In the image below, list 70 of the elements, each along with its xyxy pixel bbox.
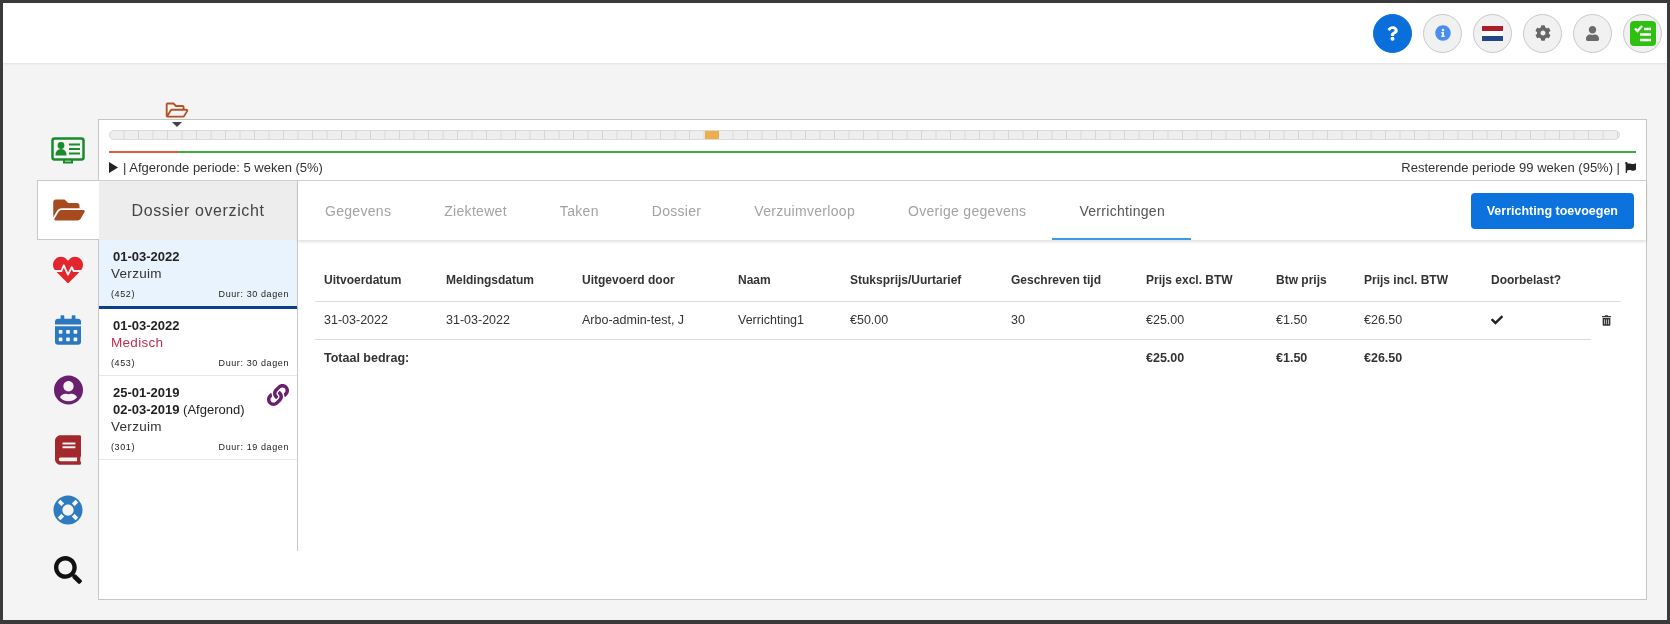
search-icon [54, 556, 82, 584]
user-icon [1586, 25, 1599, 41]
table-cell: 31-03-2022 [437, 301, 573, 339]
table-cell: €26.50 [1355, 301, 1482, 339]
lifebuoy-icon [53, 495, 83, 525]
column-header: Geschreven tijd [1002, 260, 1137, 301]
table-cell: €50.00 [841, 301, 1002, 339]
calendar-icon [55, 315, 81, 345]
tab[interactable]: Gegevens [298, 181, 418, 240]
duration-text: Duur: 30 dagen [218, 288, 289, 300]
tab[interactable]: Taken [532, 181, 625, 240]
case-number: (453) [111, 357, 135, 369]
tab[interactable]: Verrichtingen [1052, 181, 1192, 240]
date-text: 02-03-2019 (Afgerond) [112, 401, 245, 418]
language-button[interactable] [1473, 13, 1512, 53]
table-cell: €25.00 [1137, 301, 1267, 339]
book-icon [55, 435, 81, 465]
user-button[interactable] [1573, 13, 1612, 53]
table-cell: Verrichting1 [729, 301, 841, 339]
dossier-item[interactable]: 01-03-2022 Verzuim (452) Duur: 30 dagen [99, 240, 297, 309]
play-icon [109, 161, 118, 173]
total-label: Totaal bedrag: [315, 339, 437, 377]
help-button[interactable] [1373, 13, 1412, 53]
total-cell: €1.50 [1267, 339, 1355, 377]
checklist-icon [1629, 20, 1656, 46]
table-cell: €1.50 [1267, 301, 1355, 339]
id-card-icon [51, 136, 85, 164]
completed-period-text: | Afgeronde periode: 5 weken (5%) [123, 159, 323, 175]
column-header: Stuksprijs/Uurtarief [841, 260, 1002, 301]
settings-button[interactable] [1523, 13, 1562, 53]
duration-text: Duur: 30 dagen [218, 357, 289, 369]
column-header: Uitgevoerd door [573, 260, 729, 301]
tab[interactable]: Overige gegevens [881, 181, 1053, 240]
table-cell: Arbo-admin-test, J [573, 301, 729, 339]
column-header: Btw prijs [1267, 260, 1355, 301]
remaining-period-text: Resterende periode 99 weken (95%) | [1401, 159, 1620, 175]
total-cell: €25.00 [1137, 339, 1267, 377]
tab[interactable]: Dossier [624, 181, 728, 240]
column-header: Doorbelast? [1482, 260, 1591, 301]
column-header: Prijs incl. BTW [1355, 260, 1482, 301]
total-cell: €26.50 [1355, 339, 1482, 377]
flag-icon [1625, 161, 1636, 173]
case-number: (452) [111, 288, 135, 300]
column-header: Naam [729, 260, 841, 301]
date-text: 25-01-2019 [112, 384, 181, 401]
info-icon [1434, 25, 1451, 41]
absence-type: Verzuim [111, 418, 163, 435]
heartbeat-icon [53, 255, 83, 285]
case-number: (301) [111, 441, 135, 453]
duration-text: Duur: 19 dagen [218, 441, 289, 453]
flag-icon [1482, 25, 1503, 41]
caret-icon [172, 122, 182, 127]
column-header: Uitvoerdatum [315, 260, 437, 301]
date-text: 01-03-2022 [112, 248, 180, 265]
column-header: Meldingsdatum [437, 260, 573, 301]
table-cell: 31-03-2022 [315, 301, 437, 339]
gear-icon [1534, 25, 1551, 41]
trash-icon[interactable] [1602, 314, 1611, 326]
tab[interactable]: Verzuimverloop [727, 181, 881, 240]
date-text: 01-03-2022 [112, 317, 180, 334]
table-cell: 30 [1002, 301, 1137, 339]
checklist-button[interactable] [1623, 13, 1662, 53]
add-button[interactable]: Verrichting toevoegen [1470, 192, 1634, 229]
column-header: Prijs excl. BTW [1137, 260, 1267, 301]
absence-type: Verzuim [111, 265, 163, 282]
tab[interactable]: Ziektewet [417, 181, 533, 240]
info-button[interactable] [1423, 13, 1462, 53]
dossier-title: Dossier overzicht [99, 181, 297, 240]
question-icon [1387, 25, 1398, 41]
absence-type: Medisch [111, 334, 165, 351]
